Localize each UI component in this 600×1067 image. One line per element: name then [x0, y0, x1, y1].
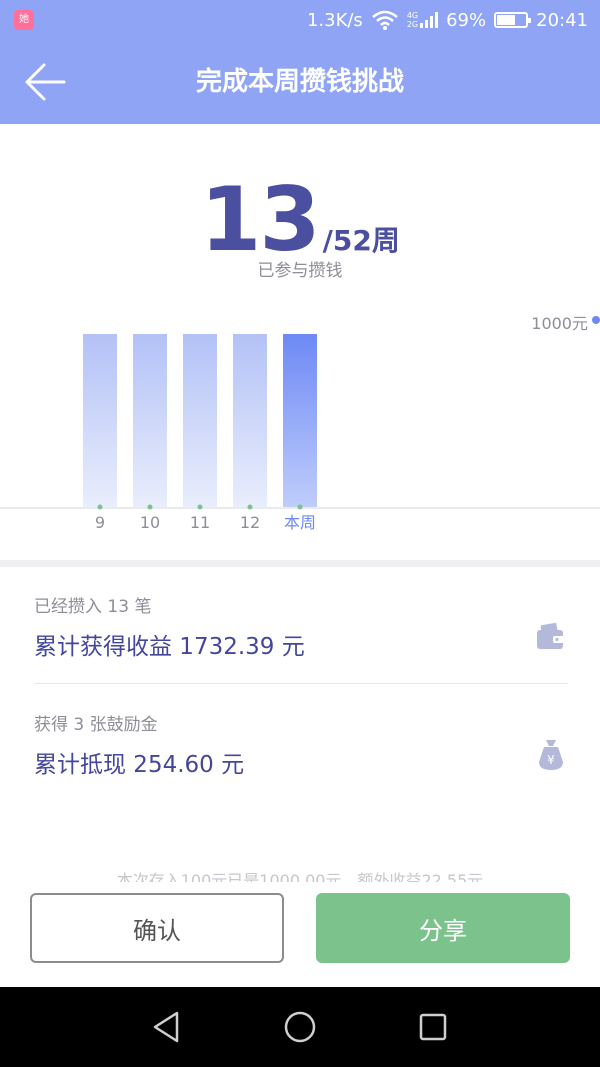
clock: 20:41 — [536, 9, 588, 31]
chart-tick-label: 12 — [240, 513, 260, 532]
battery-level-fill — [497, 15, 516, 25]
home-circle-icon[interactable] — [280, 1007, 320, 1047]
chart-canvas: 9 10 11 12 本周 — [0, 334, 600, 532]
status-indicators: 1.3K/s 4G 2G 69% 20:41 — [307, 0, 588, 40]
battery-icon — [494, 12, 532, 28]
chart-max-marker — [592, 316, 600, 324]
progress-subtitle: 已参与攒钱 — [257, 261, 343, 281]
back-triangle-icon[interactable] — [147, 1007, 187, 1047]
share-button[interactable]: 分享 — [316, 893, 570, 963]
total-earnings-text: 累计获得收益 1732.39 元 — [34, 634, 305, 660]
earnings-row: 已经攒入 13 笔 累计获得收益 1732.39 元 — [34, 592, 568, 661]
network-type-primary: 4G — [406, 11, 419, 20]
money-bag-icon: ¥ — [539, 740, 563, 770]
weeks-total: /52周 — [322, 224, 400, 257]
network-speed: 1.3K/s — [306, 9, 363, 31]
chart-bar-marker — [147, 504, 153, 510]
chart-bar-marker — [297, 504, 303, 510]
network-type-secondary: 2G — [406, 20, 419, 29]
app-notification-icon: 她 — [14, 10, 34, 30]
wifi-icon — [372, 10, 398, 30]
deposit-count-text: 已经攒入 13 笔 — [34, 597, 152, 617]
chart-bar — [233, 334, 267, 507]
chart-bar — [83, 334, 117, 507]
cash-back-row: 获得 3 张鼓励金 累计抵现 254.60 元 ¥ — [34, 710, 568, 779]
page-title: 完成本周攒钱挑战 — [195, 67, 404, 97]
savings-note: 本次存入100元已是1000.00元，额外收益22.55元 — [116, 871, 484, 882]
chart-bar — [183, 334, 217, 507]
chart-bar-marker — [97, 504, 103, 510]
wallet-icon — [537, 622, 564, 649]
chart-bar — [133, 334, 167, 507]
chart-bar-marker — [197, 504, 203, 510]
weekly-savings-chart: 9 10 11 12 本周 1000元 — [0, 300, 600, 550]
section-divider — [0, 560, 600, 567]
arrow-left-icon[interactable] — [22, 60, 68, 104]
chart-tick-label: 9 — [95, 513, 105, 532]
recents-square-icon[interactable] — [413, 1007, 453, 1047]
row-divider — [34, 683, 568, 684]
app-header: 完成本周攒钱挑战 — [0, 40, 600, 124]
signal-icon: 4G 2G — [406, 11, 439, 29]
chart-tick-label: 11 — [190, 513, 210, 532]
total-cash-back-text: 累计抵现 254.60 元 — [34, 752, 245, 778]
svg-text:¥: ¥ — [547, 753, 555, 767]
voucher-count-text: 获得 3 张鼓励金 — [34, 715, 158, 735]
chart-max-label: 1000元 — [531, 314, 588, 333]
confirm-button[interactable]: 确认 — [30, 893, 284, 963]
system-navigation-bar — [0, 987, 600, 1067]
chart-tick-label: 本周 — [284, 513, 316, 532]
chart-tick-label: 10 — [140, 513, 160, 532]
battery-percent: 69% — [446, 9, 487, 31]
status-bar: 她 1.3K/s 4G 2G 69% 20:41 — [0, 0, 600, 40]
chart-bar — [283, 334, 317, 507]
chart-bar-marker — [247, 504, 253, 510]
